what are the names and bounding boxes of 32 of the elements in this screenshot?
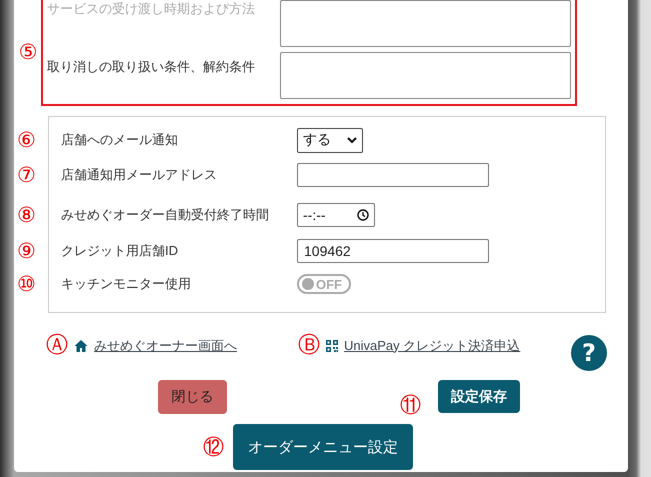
- letter-marker: Ⓐ: [46, 334, 68, 356]
- link[interactable]: UnivaPay クレジット決済申込: [344, 336, 520, 354]
- chevron-down-icon: [347, 136, 357, 144]
- number-marker: ⑤: [18, 42, 38, 63]
- setting-label: 店舗へのメール通知: [61, 131, 179, 149]
- field-label: サービスの受け渡し時期および方法: [47, 0, 256, 18]
- input-field[interactable]: 109462: [297, 239, 489, 263]
- time-field[interactable]: --:--: [297, 203, 375, 227]
- close-button[interactable]: 閉じる: [158, 380, 227, 414]
- field-label: 取り消しの取り扱い条件、解約条件: [47, 58, 256, 76]
- number-marker: ⑫: [203, 436, 224, 458]
- order-menu-button[interactable]: オーダーメニュー設定: [233, 424, 413, 470]
- letter-marker: Ⓑ: [298, 334, 320, 356]
- select-field[interactable]: する: [297, 128, 363, 152]
- text-area[interactable]: [280, 0, 571, 47]
- save-button[interactable]: 設定保存: [438, 380, 520, 413]
- clock-icon: [357, 209, 369, 221]
- number-marker: ⑪: [400, 395, 421, 416]
- number-marker: ⑨: [17, 240, 37, 262]
- setting-label: キッチンモニター使用: [61, 275, 192, 293]
- setting-label: 店舗通知用メールアドレス: [61, 166, 218, 184]
- number-marker: ⑥: [17, 130, 37, 150]
- number-marker: ⑩: [17, 274, 37, 294]
- number-marker: ⑧: [17, 204, 37, 226]
- qr-code-icon: [326, 340, 338, 352]
- setting-label: クレジット用店舗ID: [61, 242, 179, 260]
- text-area[interactable]: [280, 52, 571, 99]
- home-icon: [74, 339, 88, 352]
- input-field[interactable]: [297, 163, 489, 187]
- help-button[interactable]: ?: [571, 335, 607, 371]
- setting-label: みせめぐオーダー自動受付終了時間: [61, 206, 270, 224]
- number-marker: ⑦: [17, 164, 37, 186]
